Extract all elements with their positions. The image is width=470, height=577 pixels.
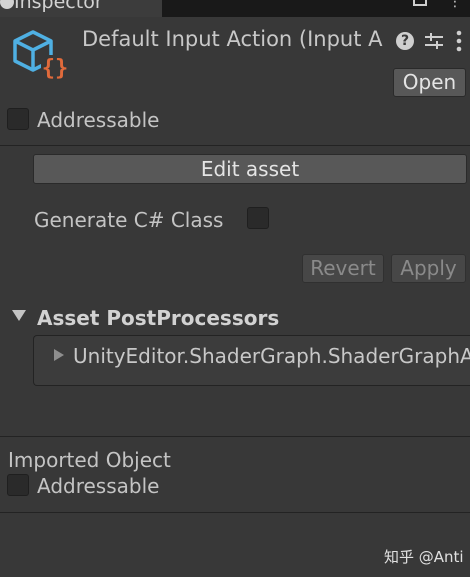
postprocessors-list: UnityEditor.ShaderGraph.ShaderGraphAs [33, 335, 470, 386]
expand-arrow-icon[interactable] [54, 349, 64, 361]
edit-asset-button[interactable]: Edit asset [33, 154, 467, 184]
divider [0, 436, 470, 437]
more-icon[interactable]: ⋮ [448, 0, 462, 10]
addressable-label: Addressable [37, 108, 160, 132]
menu-icon[interactable] [455, 30, 463, 52]
presets-icon[interactable] [424, 32, 444, 50]
addressable-checkbox[interactable] [7, 108, 29, 130]
postprocessors-heading[interactable]: Asset PostProcessors [37, 306, 279, 330]
list-item[interactable]: UnityEditor.ShaderGraph.ShaderGraphAs [73, 344, 470, 368]
apply-button[interactable]: Apply [391, 254, 466, 283]
generate-class-label: Generate C# Class [34, 208, 224, 232]
imported-addressable-label: Addressable [37, 474, 160, 498]
foldout-arrow-icon[interactable] [12, 310, 26, 321]
generate-class-checkbox[interactable] [247, 207, 269, 229]
asset-title: Default Input Action (Input A [82, 27, 383, 51]
info-icon [0, 0, 14, 9]
lock-icon[interactable] [413, 0, 427, 6]
imported-addressable-checkbox[interactable] [7, 474, 29, 496]
input-actions-asset-icon: {} [13, 30, 69, 81]
imported-object-heading: Imported Object [8, 448, 171, 472]
open-button[interactable]: Open [393, 68, 466, 97]
divider [0, 512, 470, 513]
watermark: 知乎 @Anti [384, 548, 464, 566]
tab-inspector[interactable]: Inspector [0, 0, 162, 17]
divider [0, 145, 470, 146]
revert-button[interactable]: Revert [302, 254, 384, 283]
tab-label: Inspector [14, 0, 103, 13]
tab-strip: Inspector ⋮ [0, 0, 470, 17]
help-icon[interactable]: ? [396, 32, 414, 50]
svg-text:{}: {} [42, 56, 69, 81]
